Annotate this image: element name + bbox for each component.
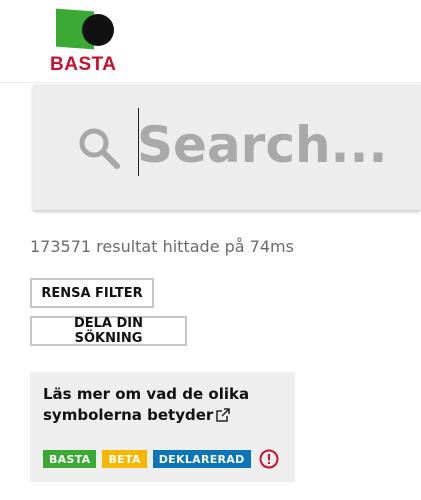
logo-text: BASTA (50, 54, 117, 75)
external-link-icon (216, 408, 231, 422)
clear-filter-button[interactable]: RENSA FILTER (30, 278, 154, 308)
search-box[interactable] (33, 84, 421, 210)
results-count: 173571 resultat hittade på 74ms (30, 237, 294, 256)
alert-circle-icon (259, 449, 279, 469)
basta-logo[interactable]: BASTA (50, 8, 122, 76)
site-header: BASTA (0, 0, 421, 83)
symbols-info-link[interactable]: Läs mer om vad de olika symbolerna betyd… (43, 384, 273, 426)
symbol-badges: BASTA BETA DEKLARERAD (43, 449, 279, 469)
search-input[interactable] (137, 110, 413, 180)
logo-black-dot (82, 14, 114, 46)
badge-deklarerad: DEKLARERAD (152, 450, 251, 468)
search-icon (79, 128, 120, 169)
share-search-button[interactable]: DELA DIN SÖKNING (30, 316, 187, 346)
symbol-info-panel: Läs mer om vad de olika symbolerna betyd… (30, 372, 295, 482)
badge-basta: BASTA (43, 450, 97, 468)
badge-beta: BETA (102, 450, 147, 468)
